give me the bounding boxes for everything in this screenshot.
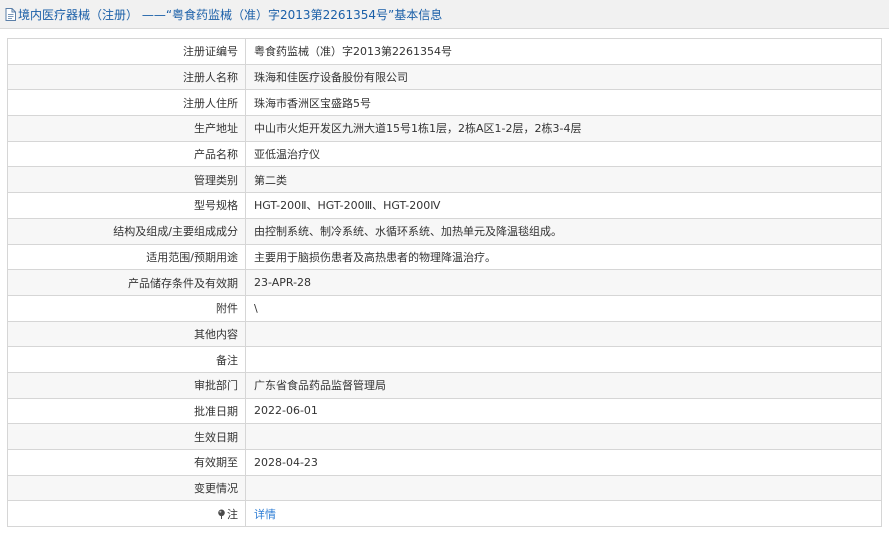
row-value: 由控制系统、制冷系统、水循环系统、加热单元及降温毯组成。 bbox=[245, 217, 882, 245]
table-row: 管理类别 第二类 bbox=[7, 166, 882, 194]
row-label: 注册人住所 bbox=[7, 89, 246, 117]
row-value bbox=[245, 423, 882, 450]
row-value: 主要用于脑损伤患者及高热患者的物理降温治疗。 bbox=[245, 243, 882, 271]
table-row: 审批部门 广东省食品药品监督管理局 bbox=[7, 371, 882, 399]
row-label: 审批部门 bbox=[7, 371, 246, 399]
row-label: 生产地址 bbox=[7, 115, 246, 142]
document-icon bbox=[5, 7, 16, 21]
table-row: 批准日期 2022-06-01 bbox=[7, 397, 882, 425]
row-value: 2022-06-01 bbox=[245, 397, 882, 425]
row-value: \ bbox=[245, 294, 882, 322]
row-value: 第二类 bbox=[245, 166, 882, 194]
note-label-cell: 注 bbox=[7, 500, 246, 528]
row-value: 粤食药监械（准）字2013第2261354号 bbox=[245, 38, 882, 65]
pin-icon bbox=[217, 509, 226, 519]
table-row: 注册人住所 珠海市香洲区宝盛路5号 bbox=[7, 89, 882, 117]
page-header: 境内医疗器械（注册） ——“粤食药监械（准）字2013第2261354号”基本信… bbox=[0, 0, 889, 29]
row-label: 产品名称 bbox=[7, 140, 246, 168]
row-value bbox=[245, 346, 882, 373]
row-label: 备注 bbox=[7, 346, 246, 373]
row-label: 附件 bbox=[7, 294, 246, 322]
table-row: 适用范围/预期用途 主要用于脑损伤患者及高热患者的物理降温治疗。 bbox=[7, 243, 882, 271]
row-label: 适用范围/预期用途 bbox=[7, 243, 246, 271]
table-row: 附件 \ bbox=[7, 294, 882, 322]
row-value: HGT-200Ⅱ、HGT-200Ⅲ、HGT-200Ⅳ bbox=[245, 192, 882, 219]
table-row: 变更情况 bbox=[7, 474, 882, 502]
table-row: 产品储存条件及有效期 23-APR-28 bbox=[7, 269, 882, 296]
row-value: 23-APR-28 bbox=[245, 269, 882, 296]
row-label: 生效日期 bbox=[7, 423, 246, 450]
row-label: 变更情况 bbox=[7, 474, 246, 502]
note-value-cell: 详情 bbox=[245, 500, 882, 528]
table-row: 有效期至 2028-04-23 bbox=[7, 449, 882, 476]
info-table: 注册证编号 粤食药监械（准）字2013第2261354号 注册人名称 珠海和佳医… bbox=[7, 38, 882, 528]
row-label: 注册人名称 bbox=[7, 63, 246, 91]
info-table-container: 注册证编号 粤食药监械（准）字2013第2261354号 注册人名称 珠海和佳医… bbox=[7, 38, 882, 528]
table-row: 产品名称 亚低温治疗仪 bbox=[7, 140, 882, 168]
row-value: 珠海和佳医疗设备股份有限公司 bbox=[245, 63, 882, 91]
row-value: 亚低温治疗仪 bbox=[245, 140, 882, 168]
row-label: 产品储存条件及有效期 bbox=[7, 269, 246, 296]
details-link[interactable]: 详情 bbox=[254, 508, 276, 521]
row-label: 管理类别 bbox=[7, 166, 246, 194]
table-row: 备注 bbox=[7, 346, 882, 373]
table-row: 其他内容 bbox=[7, 320, 882, 348]
table-row: 结构及组成/主要组成成分 由控制系统、制冷系统、水循环系统、加热单元及降温毯组成… bbox=[7, 217, 882, 245]
note-row: 注 详情 bbox=[7, 500, 882, 528]
table-row: 型号规格 HGT-200Ⅱ、HGT-200Ⅲ、HGT-200Ⅳ bbox=[7, 192, 882, 219]
row-label: 其他内容 bbox=[7, 320, 246, 348]
page-title: 境内医疗器械（注册） ——“粤食药监械（准）字2013第2261354号”基本信… bbox=[18, 7, 443, 22]
row-label: 批准日期 bbox=[7, 397, 246, 425]
row-value: 中山市火炬开发区九洲大道15号1栋1层，2栋A区1-2层，2栋3-4层 bbox=[245, 115, 882, 142]
row-label: 型号规格 bbox=[7, 192, 246, 219]
row-label: 有效期至 bbox=[7, 449, 246, 476]
row-label: 结构及组成/主要组成成分 bbox=[7, 217, 246, 245]
row-value: 珠海市香洲区宝盛路5号 bbox=[245, 89, 882, 117]
note-label: 注 bbox=[227, 507, 238, 521]
table-row: 注册证编号 粤食药监械（准）字2013第2261354号 bbox=[7, 38, 882, 65]
row-label: 注册证编号 bbox=[7, 38, 246, 65]
row-value bbox=[245, 474, 882, 502]
table-row: 生产地址 中山市火炬开发区九洲大道15号1栋1层，2栋A区1-2层，2栋3-4层 bbox=[7, 115, 882, 142]
row-value: 2028-04-23 bbox=[245, 449, 882, 476]
table-row: 生效日期 bbox=[7, 423, 882, 450]
row-value: 广东省食品药品监督管理局 bbox=[245, 371, 882, 399]
table-row: 注册人名称 珠海和佳医疗设备股份有限公司 bbox=[7, 63, 882, 91]
row-value bbox=[245, 320, 882, 348]
